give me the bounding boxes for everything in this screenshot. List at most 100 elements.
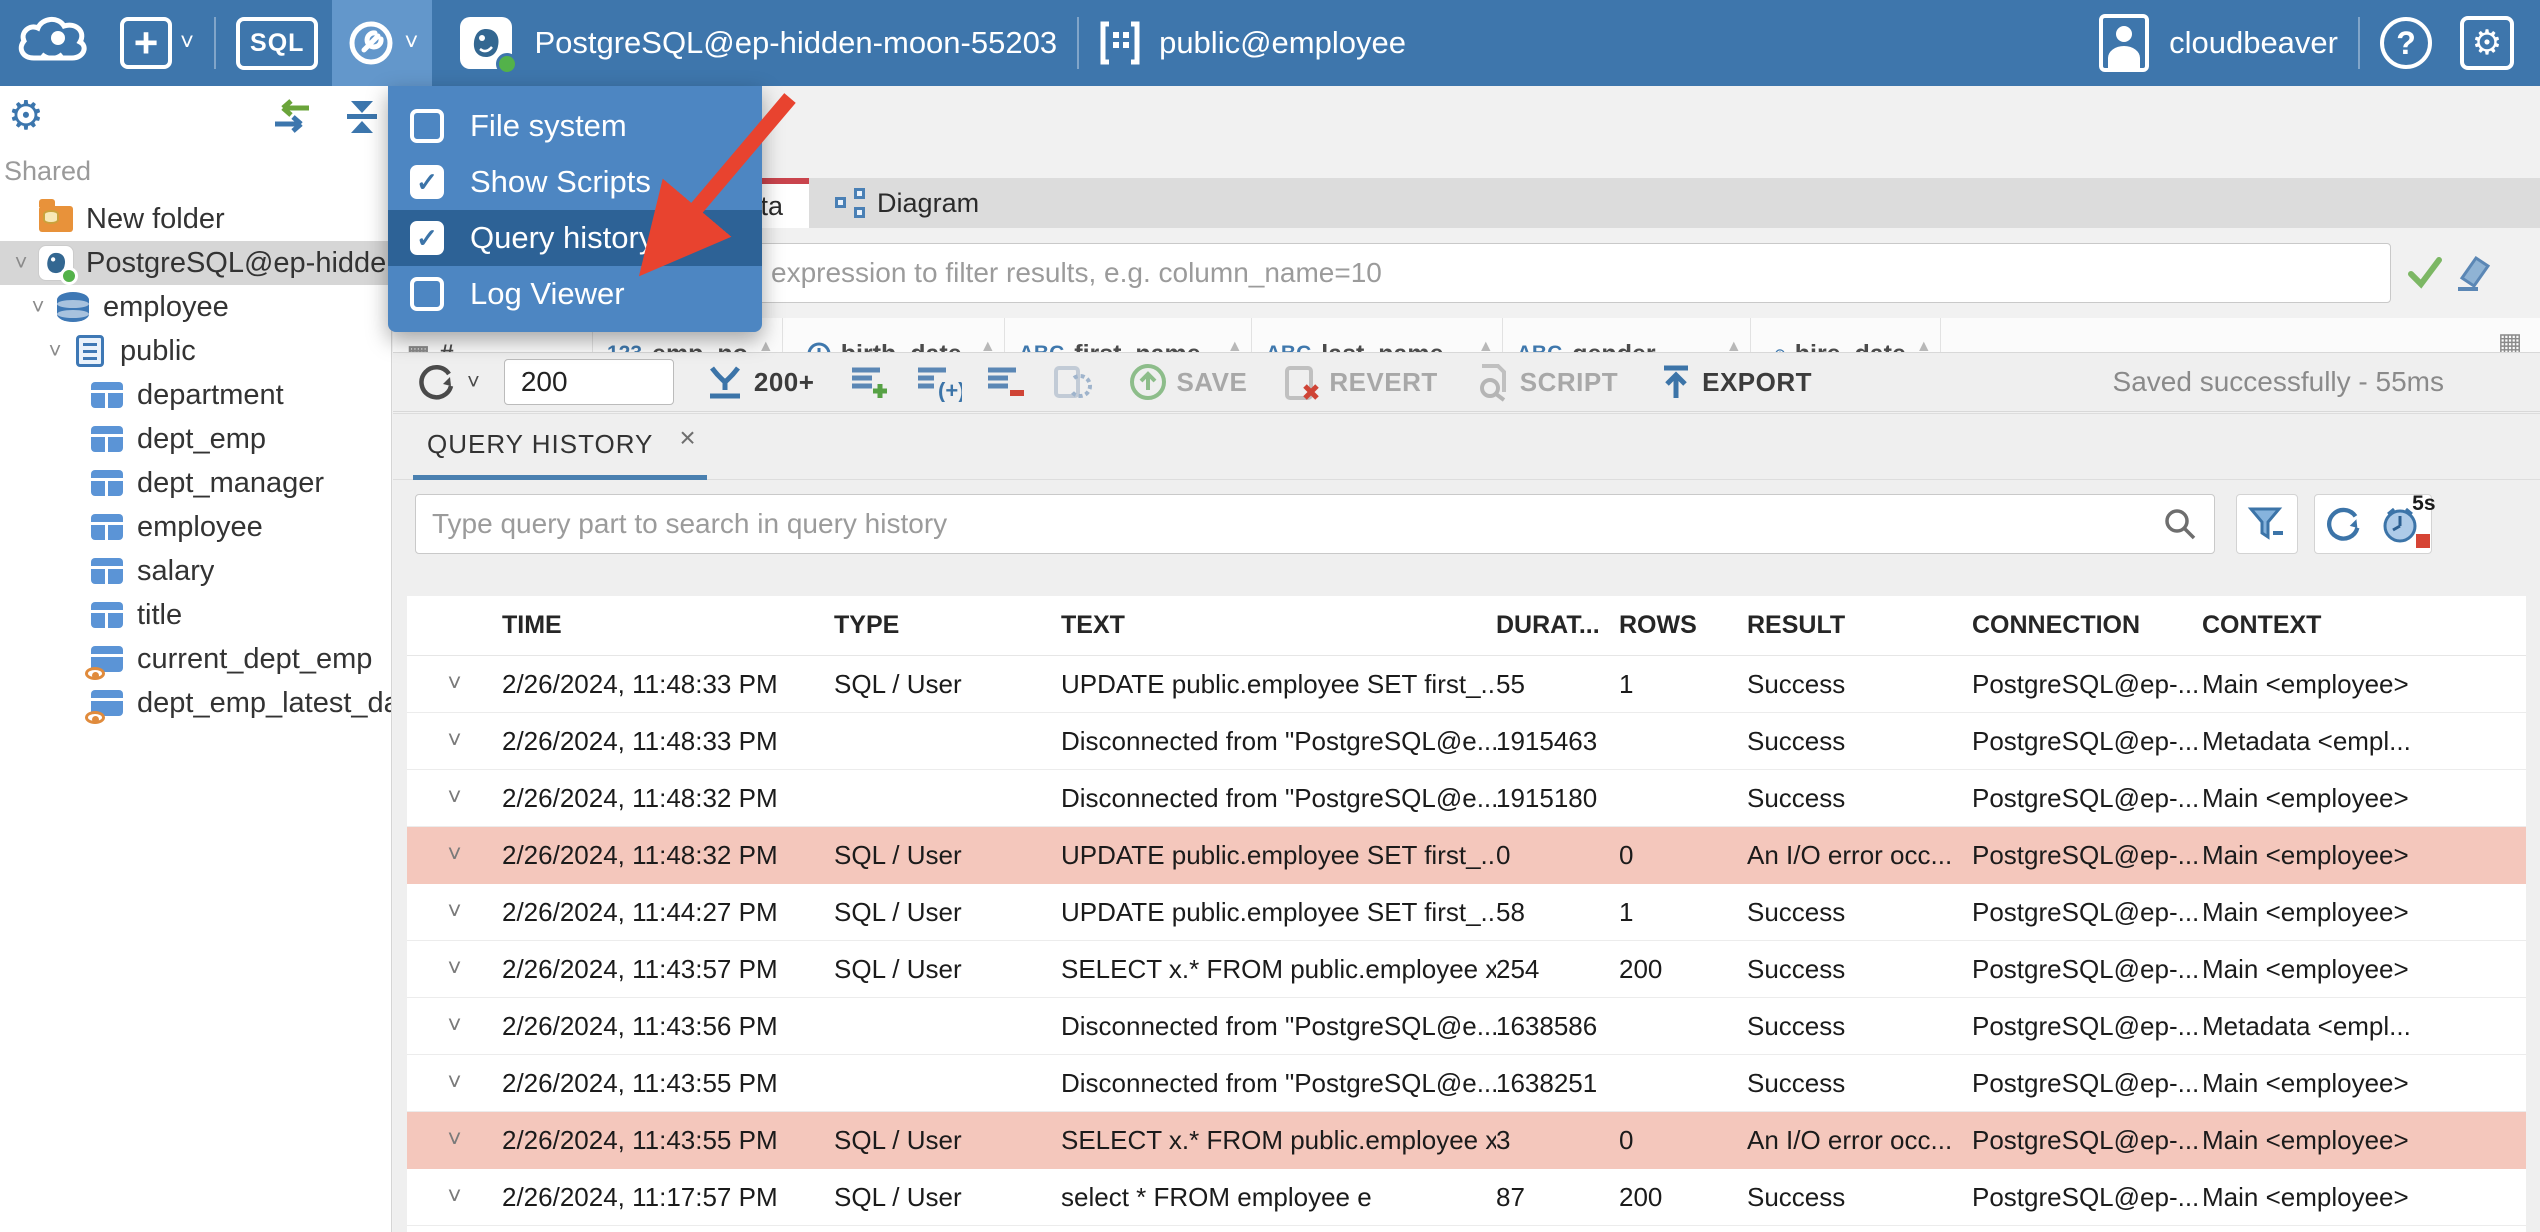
close-icon[interactable]: × [679, 422, 696, 454]
history-column-header[interactable]: TIME [502, 611, 834, 640]
filter-expression-input[interactable]: expression to filter results, e.g. colum… [505, 243, 2391, 303]
duplicate-row-button[interactable]: (+) [914, 362, 962, 402]
app-logo[interactable] [0, 0, 106, 86]
expand-chevron-icon[interactable]: ˅ [407, 1069, 502, 1097]
checkbox[interactable]: ✓ [410, 277, 444, 311]
tab-query-history[interactable]: QUERY HISTORY × [413, 414, 707, 480]
tab-diagram[interactable]: Diagram [809, 178, 1005, 228]
expand-chevron-icon[interactable]: ˅ [407, 727, 502, 755]
sort-icon[interactable]: ▲▼ [1726, 339, 1742, 353]
history-row[interactable]: ˅ 2/26/2024, 11:48:33 PM SQL / User UPDA… [407, 656, 2526, 713]
chevron-down-icon[interactable]: ˅ [4, 250, 38, 276]
history-column-header[interactable]: DURAT... [1496, 611, 1619, 640]
history-row[interactable]: ˅ 2/26/2024, 11:48:33 PM Disconnected fr… [407, 713, 2526, 770]
cell-text: Disconnected from "PostgreSQL@e... [1061, 1067, 1496, 1098]
link-editor-icon[interactable] [269, 98, 315, 134]
auto-refresh-button[interactable]: 5s [2380, 492, 2436, 548]
refresh-grid-button[interactable] [1050, 360, 1094, 404]
history-filter-button[interactable] [2236, 494, 2298, 554]
expand-chevron-icon[interactable]: ˅ [407, 1126, 502, 1154]
settings-button[interactable]: ⚙ [2446, 0, 2540, 86]
sort-icon[interactable]: ▲▼ [1478, 339, 1494, 353]
cell-time: 2/26/2024, 11:48:33 PM [502, 668, 778, 699]
fetch-size-input[interactable]: 200 [503, 359, 674, 405]
checkbox[interactable]: ✓ [410, 165, 444, 199]
tree-item[interactable]: current_dept_emp [0, 637, 391, 681]
menu-item[interactable]: ✓ File system [388, 98, 762, 154]
history-row[interactable]: ˅ 2/26/2024, 11:43:55 PM Disconnected fr… [407, 1055, 2526, 1112]
history-row[interactable]: ˅ 2/26/2024, 11:17:57 PM SQL / User sele… [407, 1169, 2526, 1226]
grid-column-header[interactable]: ABC gender ▲▼ [1503, 318, 1751, 352]
tree-item[interactable]: employee [0, 505, 391, 549]
sql-editor-button[interactable]: SQL [222, 0, 332, 86]
tree-item[interactable]: New folder [0, 197, 391, 241]
tree-item[interactable]: salary [0, 549, 391, 593]
menu-item[interactable]: ✓ Log Viewer [388, 266, 762, 322]
collapse-all-icon[interactable] [341, 97, 383, 135]
fetch-more-button[interactable]: 200+ [704, 362, 815, 402]
navigator-settings-icon[interactable]: ⚙ [8, 93, 44, 139]
history-column-header[interactable]: TEXT [1061, 611, 1496, 640]
export-button[interactable]: EXPORT [1658, 362, 1812, 402]
history-column-header[interactable]: CONNECTION [1972, 611, 2202, 640]
column-picker-icon[interactable]: ▦ [2480, 318, 2540, 353]
expand-chevron-icon[interactable]: ˅ [407, 1183, 502, 1211]
tree-item[interactable]: dept_manager [0, 461, 391, 505]
chevron-down-icon[interactable]: ˅ [38, 338, 72, 364]
history-row[interactable]: ˅ 2/26/2024, 11:43:55 PM SQL / User SELE… [407, 1112, 2526, 1169]
user-menu[interactable]: cloudbeaver [2085, 0, 2352, 86]
add-row-button[interactable] [848, 362, 892, 402]
expand-chevron-icon[interactable]: ˅ [407, 1012, 502, 1040]
chevron-down-icon[interactable]: ˅ [21, 294, 55, 320]
menu-item[interactable]: ✓ Query history [388, 210, 762, 266]
revert-button[interactable]: REVERT [1281, 362, 1437, 402]
tree-item[interactable]: ˅ employee [0, 285, 391, 329]
schema-selector[interactable]: public@employee [1085, 0, 1420, 86]
tree-item[interactable]: ˅ public [0, 329, 391, 373]
clear-filter-icon[interactable] [2448, 252, 2490, 292]
history-row[interactable]: ˅ 2/26/2024, 11:43:56 PM Disconnected fr… [407, 998, 2526, 1055]
sort-icon[interactable]: ▲▼ [1916, 339, 1932, 353]
tools-menu-button[interactable]: ˅ [332, 0, 433, 86]
history-row[interactable]: ˅ 2/26/2024, 11:48:32 PM Disconnected fr… [407, 770, 2526, 827]
history-row[interactable]: ˅ 2/26/2024, 11:44:27 PM SQL / User UPDA… [407, 884, 2526, 941]
expand-chevron-icon[interactable]: ˅ [407, 670, 502, 698]
checkbox[interactable]: ✓ [410, 221, 444, 255]
new-object-button[interactable]: + ˅ [106, 0, 208, 86]
help-button[interactable]: ? [2366, 0, 2446, 86]
expand-chevron-icon[interactable]: ˅ [407, 841, 502, 869]
connection-selector[interactable]: PostgreSQL@ep-hidden-moon-55203 [446, 0, 1071, 86]
tree-item[interactable]: department [0, 373, 391, 417]
refresh-icon[interactable] [2323, 503, 2365, 545]
grid-column-header[interactable]: birth_date ▲▼ [783, 318, 1005, 352]
sort-icon[interactable]: ▲▼ [1227, 339, 1243, 353]
history-column-header[interactable]: ROWS [1619, 611, 1747, 640]
grid-column-header[interactable]: hire_date ▲▼ [1751, 318, 1941, 352]
expand-chevron-icon[interactable]: ˅ [407, 784, 502, 812]
cell-context: Main <employee> [2202, 953, 2409, 984]
expand-chevron-icon[interactable]: ˅ [407, 955, 502, 983]
history-column-header[interactable]: RESULT [1747, 611, 1972, 640]
history-column-header[interactable]: CONTEXT [2202, 611, 2526, 640]
save-button[interactable]: SAVE [1128, 362, 1247, 402]
tree-item[interactable]: ˅ PostgreSQL@ep-hidden- [0, 241, 391, 285]
query-history-search-input[interactable]: Type query part to search in query histo… [415, 494, 2215, 554]
grid-column-header[interactable]: ABC first_name ▲▼ [1005, 318, 1252, 352]
menu-item[interactable]: ✓ Show Scripts [388, 154, 762, 210]
grid-column-header[interactable]: ABC last_name ▲▼ [1252, 318, 1503, 352]
delete-row-button[interactable] [984, 362, 1028, 402]
tree-item[interactable]: dept_emp [0, 417, 391, 461]
expand-chevron-icon[interactable]: ˅ [407, 898, 502, 926]
tree-item[interactable]: dept_emp_latest_date [0, 681, 391, 725]
sort-icon[interactable]: ▲▼ [980, 339, 996, 353]
refresh-button[interactable]: ˅ [415, 360, 480, 404]
tree-item[interactable]: title [0, 593, 391, 637]
checkbox[interactable]: ✓ [410, 109, 444, 143]
sort-icon[interactable]: ▲▼ [758, 339, 774, 353]
history-row[interactable]: ˅ 2/26/2024, 11:48:32 PM SQL / User UPDA… [407, 827, 2526, 884]
grid-select-all-icon[interactable]: ▦ [407, 340, 430, 353]
apply-filter-icon[interactable] [2405, 252, 2445, 292]
script-button[interactable]: SCRIPT [1472, 362, 1618, 402]
history-row[interactable]: ˅ 2/26/2024, 11:43:57 PM SQL / User SELE… [407, 941, 2526, 998]
history-column-header[interactable]: TYPE [834, 611, 1061, 640]
